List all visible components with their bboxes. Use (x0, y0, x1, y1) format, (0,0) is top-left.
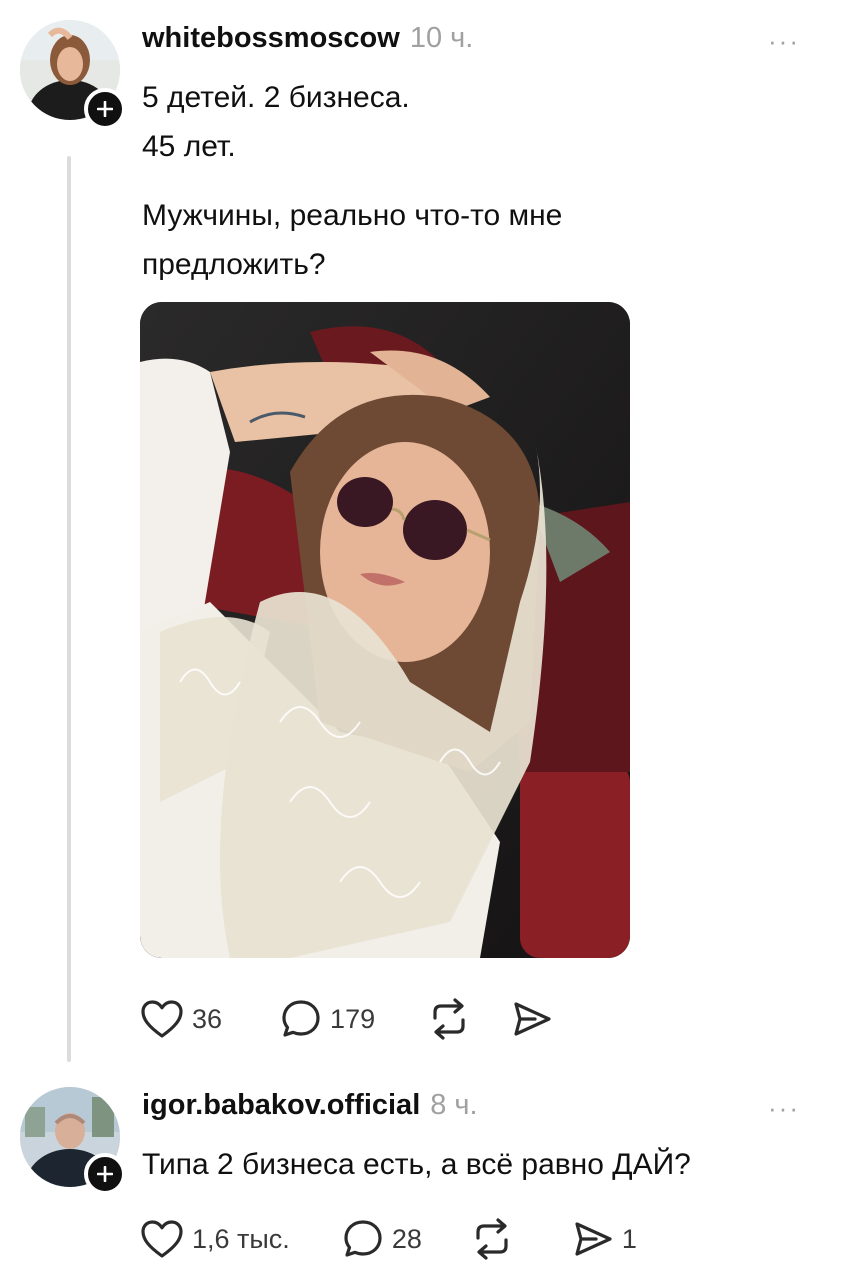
send-icon (575, 1222, 612, 1256)
heart-icon (141, 1000, 183, 1038)
reply-username[interactable]: igor.babakov.official (142, 1089, 420, 1121)
post-text-line-1: 5 детей. 2 бизнеса. (142, 81, 410, 114)
like-button[interactable]: 36 (140, 999, 222, 1039)
reply-count: 179 (330, 1003, 376, 1034)
reply-more-options-button[interactable]: ··· (768, 1093, 800, 1124)
reply-reply-count: 28 (391, 1223, 422, 1254)
repost-icon (476, 1218, 508, 1260)
post-photo[interactable] (140, 302, 630, 958)
share-button[interactable] (511, 999, 561, 1039)
reply-actions: 1,6 тыс. 28 1 (140, 1218, 637, 1260)
reply-share-button[interactable]: 1 (572, 1219, 637, 1259)
follow-button[interactable] (84, 88, 126, 130)
post-time: 10 ч. (409, 22, 474, 54)
follow-button-reply[interactable] (84, 1153, 126, 1195)
post-username[interactable]: whitebossmoscow (142, 22, 400, 54)
reply-share-count: 1 (621, 1223, 637, 1254)
plus-icon (97, 101, 113, 117)
more-options-button[interactable]: ··· (768, 26, 800, 57)
post-text-line-4: предложить? (142, 248, 326, 281)
post-header: whitebossmoscow 10 ч. (142, 22, 473, 55)
heart-icon (141, 1220, 183, 1258)
reply-text: Типа 2 бизнеса есть, а всё равно ДАЙ? (142, 1148, 691, 1181)
reply-repost-button[interactable] (470, 1218, 522, 1260)
comment-bubble-icon (344, 1220, 382, 1257)
post-text-line-2: 45 лет. (142, 130, 236, 163)
reply-header: igor.babakov.official 8 ч. (142, 1089, 478, 1122)
plus-icon (97, 1166, 113, 1182)
repost-button[interactable] (427, 998, 479, 1040)
reply-time: 8 ч. (430, 1089, 478, 1121)
comment-bubble-icon (282, 1000, 320, 1037)
repost-icon (433, 998, 465, 1040)
thread-line (67, 156, 71, 1062)
like-count: 36 (192, 1003, 223, 1034)
post-actions: 36 179 (140, 998, 561, 1040)
reply-button[interactable]: 179 (280, 998, 375, 1040)
reply-reply-button[interactable]: 28 (342, 1218, 422, 1260)
send-icon (514, 1002, 551, 1036)
post-text-line-3: Мужчины, реально что-то мне (142, 199, 563, 232)
reply-like-button[interactable]: 1,6 тыс. (140, 1219, 290, 1259)
reply-like-count: 1,6 тыс. (192, 1223, 290, 1254)
